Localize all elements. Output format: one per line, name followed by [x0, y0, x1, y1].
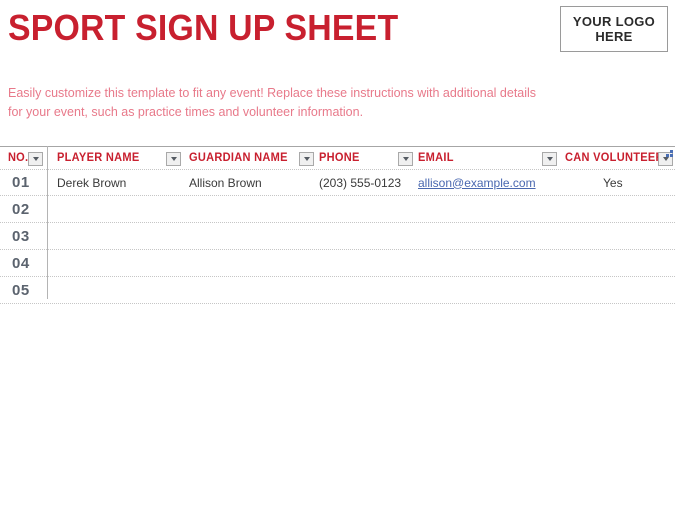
filter-dropdown-player_name[interactable]	[166, 152, 181, 166]
column-header-can_volunteer: CAN VOLUNTEER	[565, 146, 668, 169]
cell-phone[interactable]: (203) 555-0123	[319, 170, 401, 195]
logo-text-line-1: YOUR LOGO	[572, 14, 656, 29]
table-resize-handle[interactable]	[666, 150, 673, 157]
chevron-down-icon	[662, 157, 669, 161]
table-row[interactable]: 01 Derek Brown Allison Brown (203) 555-0123…	[0, 170, 675, 196]
cell-player_name[interactable]: Derek Brown	[57, 170, 126, 195]
column-header-label-guardian_name: GUARDIAN NAME	[189, 151, 288, 164]
row-number: 04	[12, 254, 30, 272]
column-header-label-email: EMAIL	[418, 151, 454, 164]
chevron-down-icon	[32, 157, 39, 161]
column-header-label-no: NO.	[8, 151, 29, 164]
chevron-down-icon	[546, 157, 553, 161]
column-header-guardian_name: GUARDIAN NAME	[189, 146, 292, 169]
column-header-email: EMAIL	[418, 146, 455, 169]
row-number-cell: 04	[12, 250, 30, 276]
filter-dropdown-no[interactable]	[28, 152, 43, 166]
row-number: 02	[12, 200, 30, 218]
table-row[interactable]: 02	[0, 196, 675, 223]
chevron-down-icon	[170, 157, 177, 161]
page-title: SPORT SIGN UP SHEET	[8, 7, 399, 48]
chevron-down-icon	[303, 157, 310, 161]
cell-can_volunteer[interactable]: Yes	[603, 170, 623, 195]
table-header: NO. PLAYER NAME GUARDIAN NAME PHONE EMAIL CAN…	[0, 146, 675, 170]
filter-dropdown-email[interactable]	[542, 152, 557, 166]
table-header-row: NO. PLAYER NAME GUARDIAN NAME PHONE EMAIL CAN…	[0, 146, 675, 170]
row-number: 03	[12, 227, 30, 245]
cell-email[interactable]: allison@example.com	[418, 170, 536, 195]
row-number-cell: 05	[12, 277, 30, 303]
column-header-label-phone: PHONE	[319, 151, 360, 164]
column-header-phone: PHONE	[319, 146, 361, 169]
cell-guardian_name[interactable]: Allison Brown	[189, 170, 262, 195]
instructions-text: Easily customize this template to fit an…	[8, 86, 537, 119]
cell-value-player_name: Derek Brown	[57, 175, 127, 190]
column-header-no: NO.	[8, 146, 29, 169]
row-number-cell: 01	[12, 170, 30, 195]
table-row[interactable]: 05	[0, 277, 675, 304]
table-body: 01 Derek Brown Allison Brown (203) 555-0123…	[0, 170, 675, 304]
filter-dropdown-guardian_name[interactable]	[299, 152, 314, 166]
row-number-cell: 03	[12, 223, 30, 249]
logo-text-line-2: HERE	[595, 29, 633, 44]
column-header-label-player_name: PLAYER NAME	[57, 151, 140, 164]
chevron-down-icon	[402, 157, 409, 161]
table-row[interactable]: 03	[0, 223, 675, 250]
row-number: 05	[12, 281, 30, 299]
table-row[interactable]: 04	[0, 250, 675, 277]
logo-placeholder-box[interactable]: YOUR LOGO HERE	[560, 6, 668, 52]
document-header: SPORT SIGN UP SHEET YOUR LOGO HERE	[0, 0, 675, 70]
filter-dropdown-phone[interactable]	[398, 152, 413, 166]
row-number: 01	[12, 174, 30, 191]
signup-table: NO. PLAYER NAME GUARDIAN NAME PHONE EMAIL CAN…	[0, 146, 675, 304]
cell-value-can_volunteer: Yes	[603, 175, 623, 190]
cell-value-phone: (203) 555-0123	[319, 175, 402, 190]
email-link[interactable]: allison@example.com	[418, 176, 536, 190]
column-header-player_name: PLAYER NAME	[57, 146, 143, 169]
row-number-cell: 02	[12, 196, 30, 222]
column-header-label-can_volunteer: CAN VOLUNTEER	[565, 151, 664, 164]
cell-value-guardian_name: Allison Brown	[189, 175, 262, 190]
